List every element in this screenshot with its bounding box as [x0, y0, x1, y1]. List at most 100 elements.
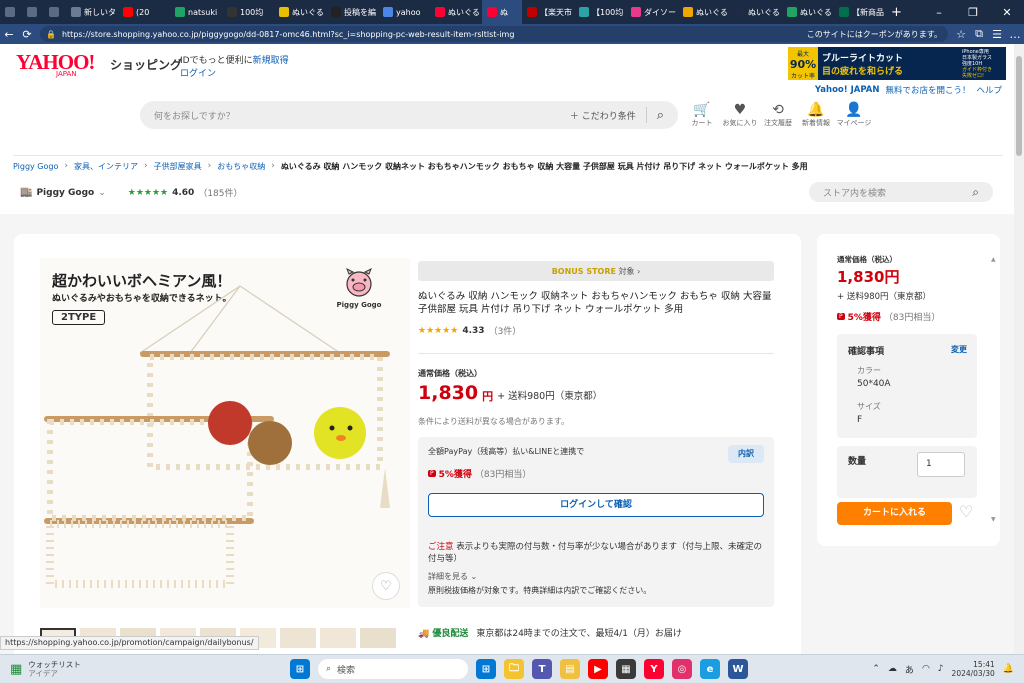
browser-tab[interactable]: ぬいぐる [730, 0, 782, 24]
wifi-icon[interactable]: ◠ [922, 664, 930, 674]
bonus-store-bar[interactable]: BONUS STORE 対象 › [418, 261, 774, 281]
quantity-input[interactable]: 1 [917, 452, 965, 477]
thumbnail[interactable] [280, 628, 316, 648]
sidebar-scroll-up-icon[interactable]: ▲ [991, 256, 996, 263]
ime-indicator[interactable]: あ [905, 663, 914, 676]
chevron-up-icon[interactable]: ⌃ [872, 664, 880, 674]
change-link[interactable]: 変更 [951, 344, 967, 355]
browser-tab[interactable]: ぬいぐる [678, 0, 730, 24]
details-link[interactable]: 詳細を見る ⌄ [428, 571, 477, 582]
taskbar-app-icon[interactable]: ▶ [588, 659, 608, 679]
history-button[interactable]: ⟲ 注文履歴 [759, 102, 797, 128]
browser-tab[interactable]: ぬいぐる [274, 0, 326, 24]
favorites-icon[interactable]: ☰ [988, 25, 1006, 43]
taskbar-app-icon[interactable]: ▦ [616, 659, 636, 679]
extensions-icon[interactable]: ⧉ [970, 25, 988, 43]
register-link[interactable]: 新規取得 [253, 56, 289, 66]
review-count[interactable]: （3件） [489, 324, 522, 337]
login-confirm-button[interactable]: ログインして確認 [428, 493, 764, 517]
favorite-heart-icon[interactable]: ♡ [372, 572, 400, 600]
store-name[interactable]: Piggy Gogo [36, 188, 94, 198]
person-button[interactable]: 👤 マイページ [835, 102, 873, 128]
reload-icon[interactable]: ⟳ [18, 25, 36, 43]
cart-button[interactable]: 🛒 カート [683, 102, 721, 128]
search-icon[interactable]: ⌕ [657, 108, 664, 123]
store-search-input[interactable]: ストア内を検索 [823, 186, 972, 199]
selected-size: F [857, 415, 863, 425]
bell-button[interactable]: 🔔 新着情報 [797, 102, 835, 128]
thumbnail[interactable] [320, 628, 356, 648]
volume-icon[interactable]: ♪ [938, 664, 944, 674]
taskbar-app-icon[interactable]: T [532, 659, 552, 679]
store-search-icon[interactable]: ⌕ [972, 185, 979, 200]
search-input[interactable]: 何をお探しですか？ [154, 109, 570, 122]
breakdown-button[interactable]: 内訳 [728, 445, 764, 463]
points-icon: P [428, 470, 436, 477]
minimize-icon[interactable]: – [922, 0, 956, 24]
weather-widget[interactable]: ▦ ウォッチリスト アイデア [0, 660, 140, 678]
menu-icon[interactable]: … [1006, 25, 1024, 43]
browser-tab[interactable]: yahoo [378, 0, 430, 24]
browser-tab[interactable]: natsuki [170, 0, 222, 24]
taskbar-search[interactable]: ⌕ 検索 [318, 659, 468, 679]
breadcrumb-toy-storage[interactable]: おもちゃ収納 [217, 161, 265, 172]
help-link[interactable]: ヘルプ [976, 84, 1002, 96]
store-review-count[interactable]: （185件） [198, 186, 242, 199]
tab-strip: 新しいタ (20 natsuki 100均 ぬいぐる 投稿を編 yahoo ぬいぐる ぬ 【楽天市… [0, 0, 1024, 24]
back-icon[interactable]: ← [0, 25, 18, 43]
product-image[interactable]: 超かわいいボヘミアン風！ ぬいぐるみやおもちゃを収納できるネット。 2TYPE … [40, 258, 410, 608]
taskbar-app-icon[interactable]: Y [644, 659, 664, 679]
search-bar[interactable]: 何をお探しですか？ ＋ こだわり条件 ⌕ [140, 101, 678, 129]
taskbar-app-icon[interactable]: ◎ [672, 659, 692, 679]
notification-icon[interactable]: 🔔 [1003, 664, 1014, 674]
browser-tab[interactable]: 【楽天市 [522, 0, 574, 24]
breadcrumb-store[interactable]: Piggy Gogo [13, 162, 58, 171]
coupon-notice[interactable]: このサイトにはクーポンがあります。 [807, 29, 942, 40]
breadcrumb-furniture[interactable]: 家具、インテリア [74, 161, 138, 172]
browser-tab[interactable]: 【新商品 [834, 0, 886, 24]
thumbnail[interactable] [360, 628, 396, 648]
browser-tab[interactable]: (20 [118, 0, 170, 24]
browser-tab[interactable]: 新しいタ [66, 0, 118, 24]
maximize-icon[interactable]: ❐ [956, 0, 990, 24]
heart-button[interactable]: ♥ お気に入り [721, 102, 759, 128]
filter-options[interactable]: ＋ こだわり条件 [570, 109, 636, 122]
taskbar-app-icon[interactable]: W [728, 659, 748, 679]
browser-tab[interactable]: 投稿を編 [326, 0, 378, 24]
scrollbar-thumb[interactable] [1016, 56, 1022, 156]
cloud-icon[interactable]: ☁ [888, 664, 897, 674]
browser-tab[interactable]: ぬいぐる [782, 0, 834, 24]
browser-tab[interactable]: ぬいぐる [430, 0, 482, 24]
start-icon[interactable]: ⊞ [290, 659, 310, 679]
sidebar-scroll-down-icon[interactable]: ▼ [991, 516, 996, 523]
taskbar-app-icon[interactable]: 🗀 [504, 659, 524, 679]
taskbar-app-icon[interactable]: ⊞ [476, 659, 496, 679]
browser-tab[interactable]: 【100均 [574, 0, 626, 24]
store-search-bar[interactable]: ストア内を検索 ⌕ [809, 182, 993, 202]
yahoo-logo[interactable]: YAHOO! JAPAN [16, 50, 95, 78]
star-icon[interactable]: ☆ [952, 25, 970, 43]
add-to-cart-button[interactable]: カートに入れる [837, 502, 952, 525]
page-scrollbar[interactable] [1014, 44, 1024, 654]
new-tab-icon[interactable]: + [886, 0, 907, 24]
browser-tab[interactable]: ぬ [482, 0, 522, 24]
browser-tab[interactable] [44, 0, 66, 24]
store-icon: 🏬 [20, 187, 33, 198]
selected-color: 50*40A [857, 379, 891, 389]
browser-tab[interactable] [0, 0, 22, 24]
browser-tab[interactable] [22, 0, 44, 24]
yahoo-japan-link[interactable]: Yahoo! JAPAN [815, 85, 880, 95]
taskbar-app-icon[interactable]: e [700, 659, 720, 679]
login-link[interactable]: ログイン [180, 69, 216, 79]
wishlist-heart-icon[interactable]: ♡ [959, 502, 973, 521]
url-field[interactable]: 🔒 https://store.shopping.yahoo.co.jp/pig… [40, 26, 948, 42]
close-window-icon[interactable]: ✕ [990, 0, 1024, 24]
open-store-link[interactable]: 無料でお店を開こう！ [885, 84, 970, 96]
chevron-down-icon[interactable]: ⌄ [98, 188, 106, 198]
browser-tab[interactable]: 100均 [222, 0, 274, 24]
taskbar-app-icon[interactable]: ▤ [560, 659, 580, 679]
breadcrumb-kids-furniture[interactable]: 子供部屋家具 [154, 161, 202, 172]
ad-banner[interactable]: 最大 90% カット率 ブルーライトカット 目の疲れを和らげる iPhone専用… [788, 47, 1006, 80]
browser-tab[interactable]: ダイソー [626, 0, 678, 24]
clock[interactable]: 15:41 2024/03/30 [952, 660, 995, 678]
